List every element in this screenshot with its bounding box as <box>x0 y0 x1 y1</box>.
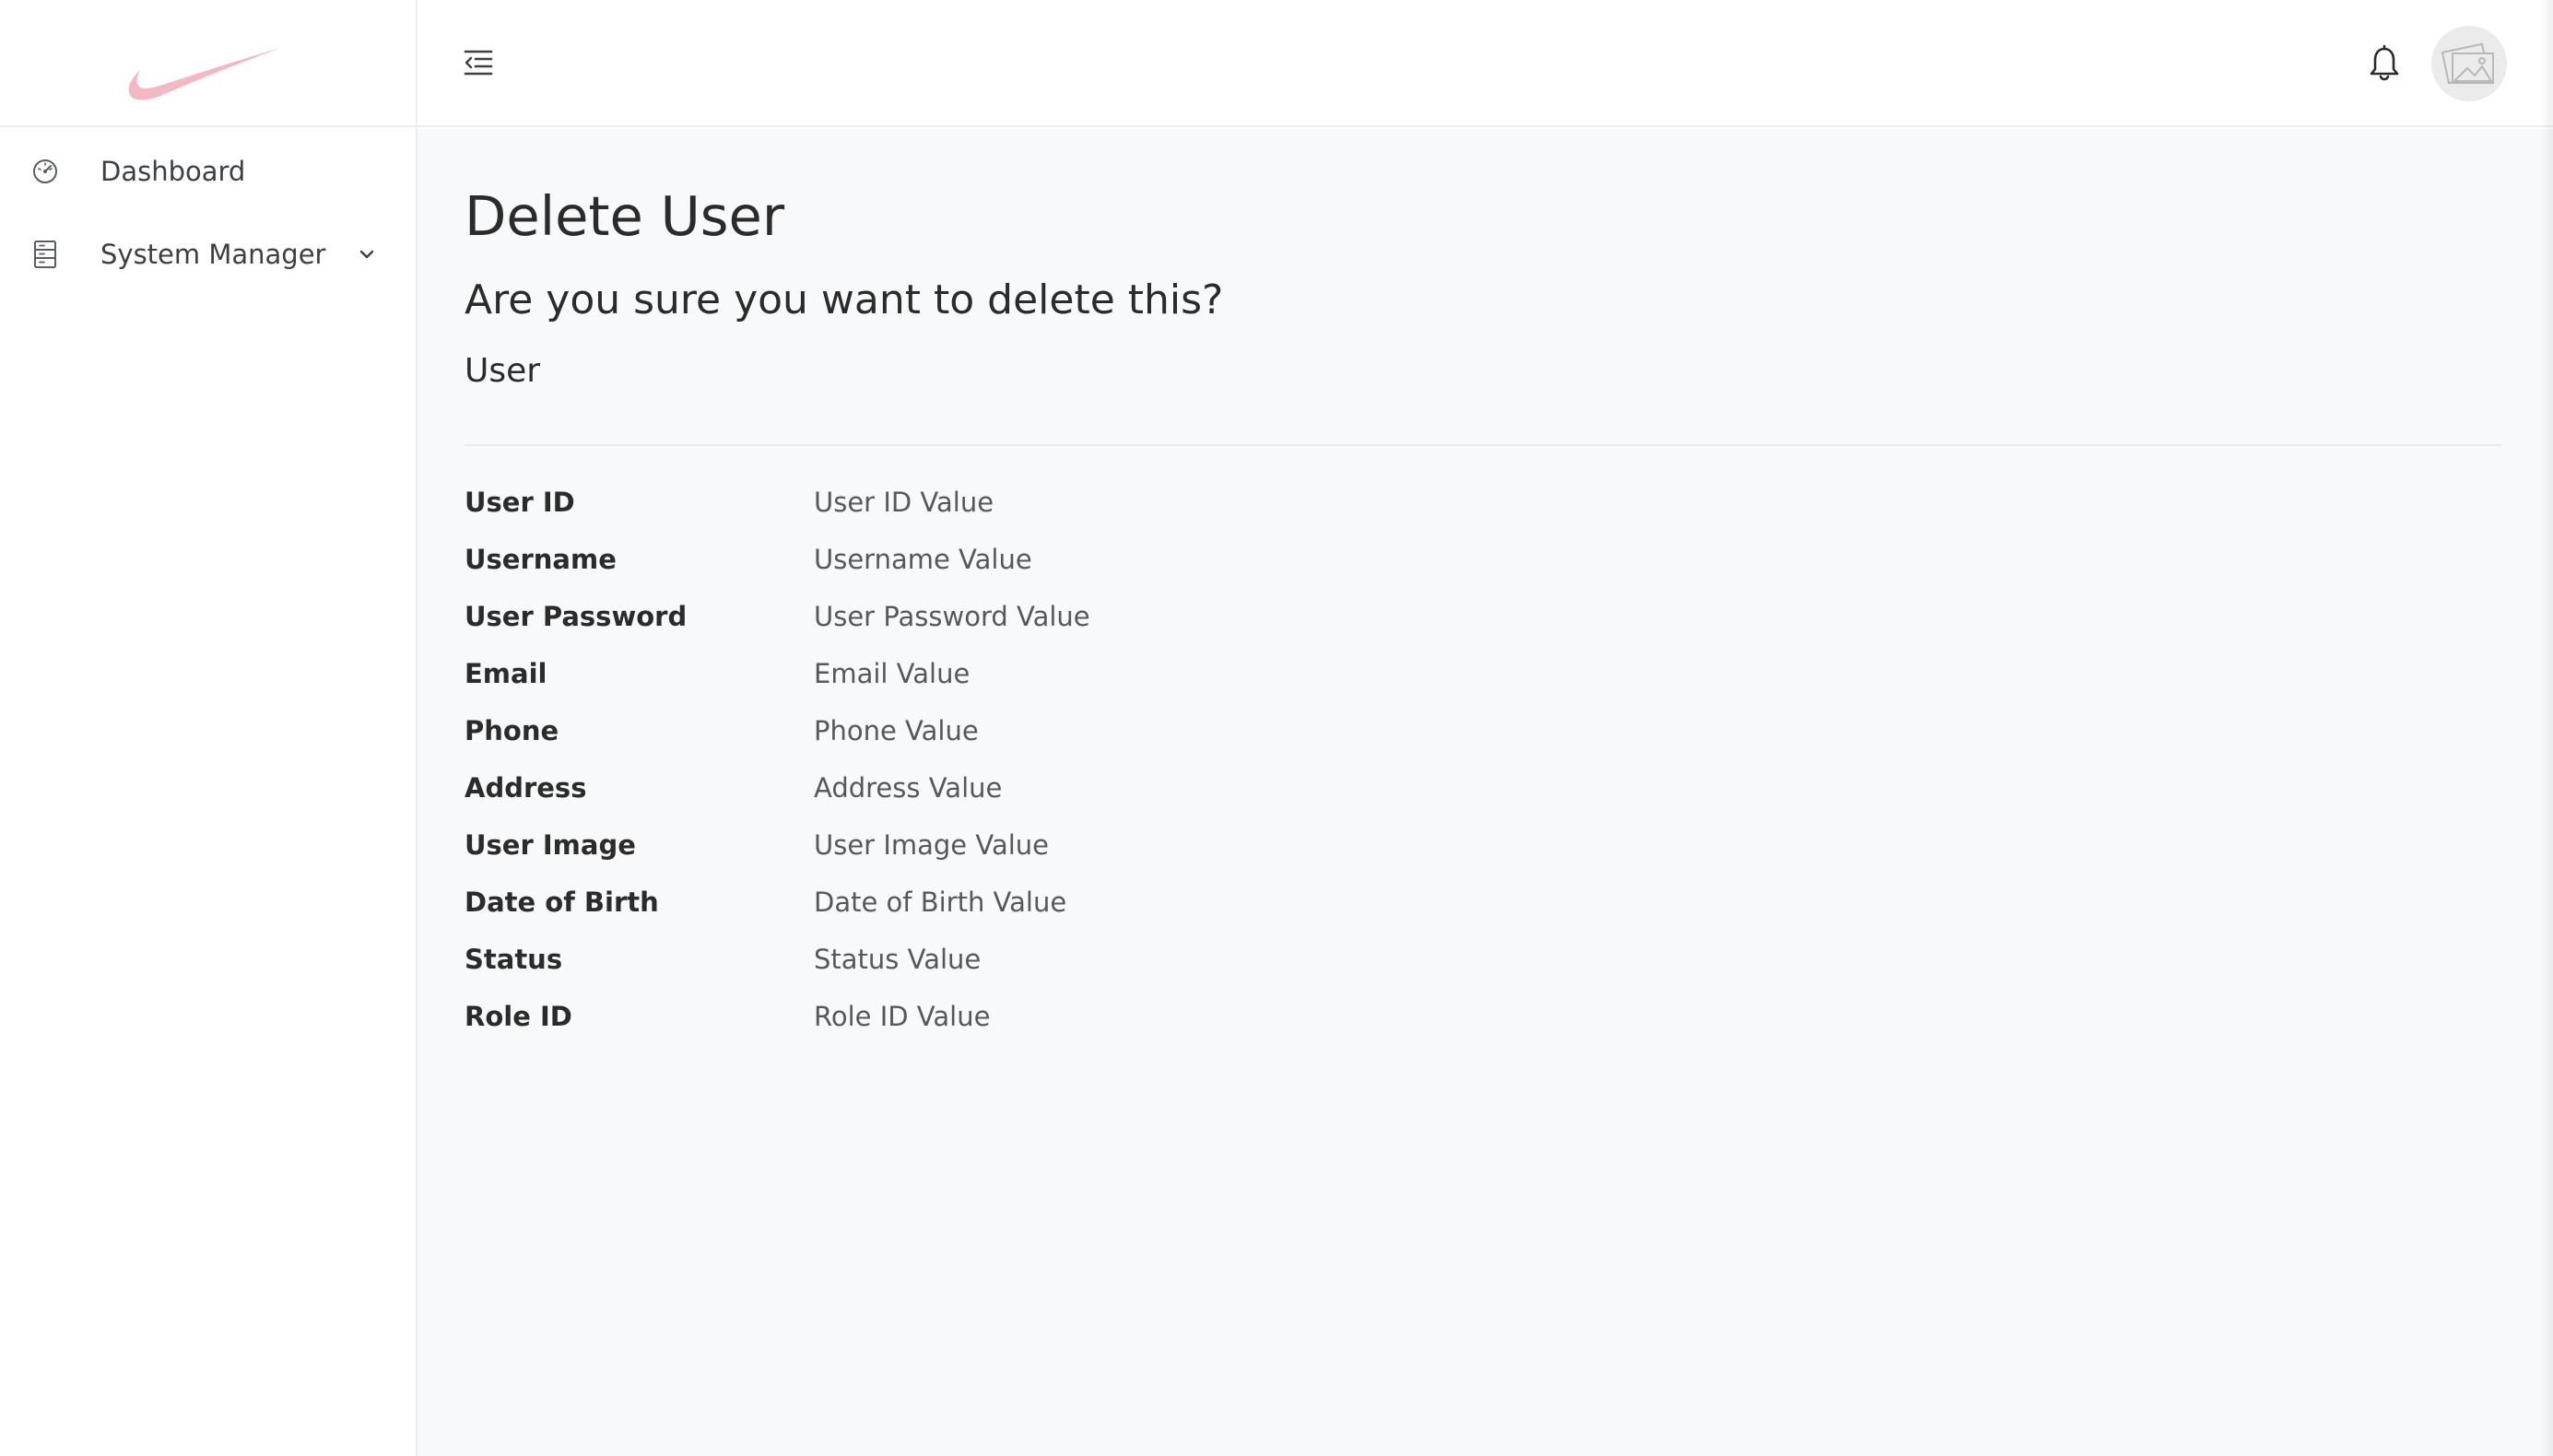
swoosh-logo[interactable] <box>125 44 282 105</box>
avatar[interactable] <box>2431 26 2507 101</box>
detail-row-username: Username Username Value <box>465 544 1294 590</box>
detail-value: Status Value <box>814 944 982 975</box>
detail-label: Date of Birth <box>465 887 659 918</box>
detail-value: Address Value <box>814 772 1003 804</box>
detail-row-role-id: Role ID Role ID Value <box>465 1001 1294 1047</box>
detail-row-user-image: User Image User Image Value <box>465 829 1294 875</box>
detail-value: Role ID Value <box>814 1001 991 1032</box>
detail-row-phone: Phone Phone Value <box>465 715 1294 761</box>
dashboard-gauge-icon <box>33 159 57 183</box>
confirm-question: Are you sure you want to delete this? <box>465 276 1224 323</box>
detail-value: Email Value <box>814 658 971 689</box>
detail-label: Status <box>465 944 563 975</box>
chevron-down-icon[interactable] <box>358 248 376 261</box>
detail-row-address: Address Address Value <box>465 772 1294 818</box>
page-title: Delete User <box>465 184 785 248</box>
detail-value: User ID Value <box>814 487 994 518</box>
detail-value: User Password Value <box>814 601 1090 632</box>
detail-value: Date of Birth Value <box>814 887 1067 918</box>
detail-value: Username Value <box>814 544 1032 575</box>
detail-label: Phone <box>465 715 559 746</box>
menu-collapse-icon[interactable] <box>463 48 494 77</box>
detail-row-date-of-birth: Date of Birth Date of Birth Value <box>465 887 1294 933</box>
detail-row-user-password: User Password User Password Value <box>465 601 1294 647</box>
detail-value: Phone Value <box>814 715 979 746</box>
detail-label: Role ID <box>465 1001 572 1032</box>
divider <box>465 444 2501 446</box>
detail-label: Address <box>465 772 587 804</box>
window-edge-shadow <box>2540 0 2553 1456</box>
sidebar: Dashboard System Manager <box>0 0 418 1456</box>
sidebar-item-system-manager[interactable]: System Manager <box>0 217 416 291</box>
entity-name: User <box>465 352 541 390</box>
detail-row-user-id: User ID User ID Value <box>465 487 1294 533</box>
detail-row-email: Email Email Value <box>465 658 1294 704</box>
detail-label: User Image <box>465 829 636 861</box>
detail-row-status: Status Status Value <box>465 944 1294 990</box>
sidebar-item-label: Dashboard <box>100 156 246 187</box>
detail-label: Email <box>465 658 547 689</box>
detail-label: User ID <box>465 487 575 518</box>
bell-icon[interactable] <box>2367 44 2402 83</box>
detail-value: User Image Value <box>814 829 1049 861</box>
top-header <box>418 0 2553 127</box>
detail-label: User Password <box>465 601 688 632</box>
logo-area <box>0 0 416 127</box>
detail-label: Username <box>465 544 617 575</box>
server-icon <box>34 241 56 268</box>
image-placeholder-icon <box>2441 42 2494 85</box>
sidebar-item-label: System Manager <box>100 239 326 270</box>
main-content: Delete User Are you sure you want to del… <box>418 129 2553 1456</box>
sidebar-item-dashboard[interactable]: Dashboard <box>0 135 416 208</box>
